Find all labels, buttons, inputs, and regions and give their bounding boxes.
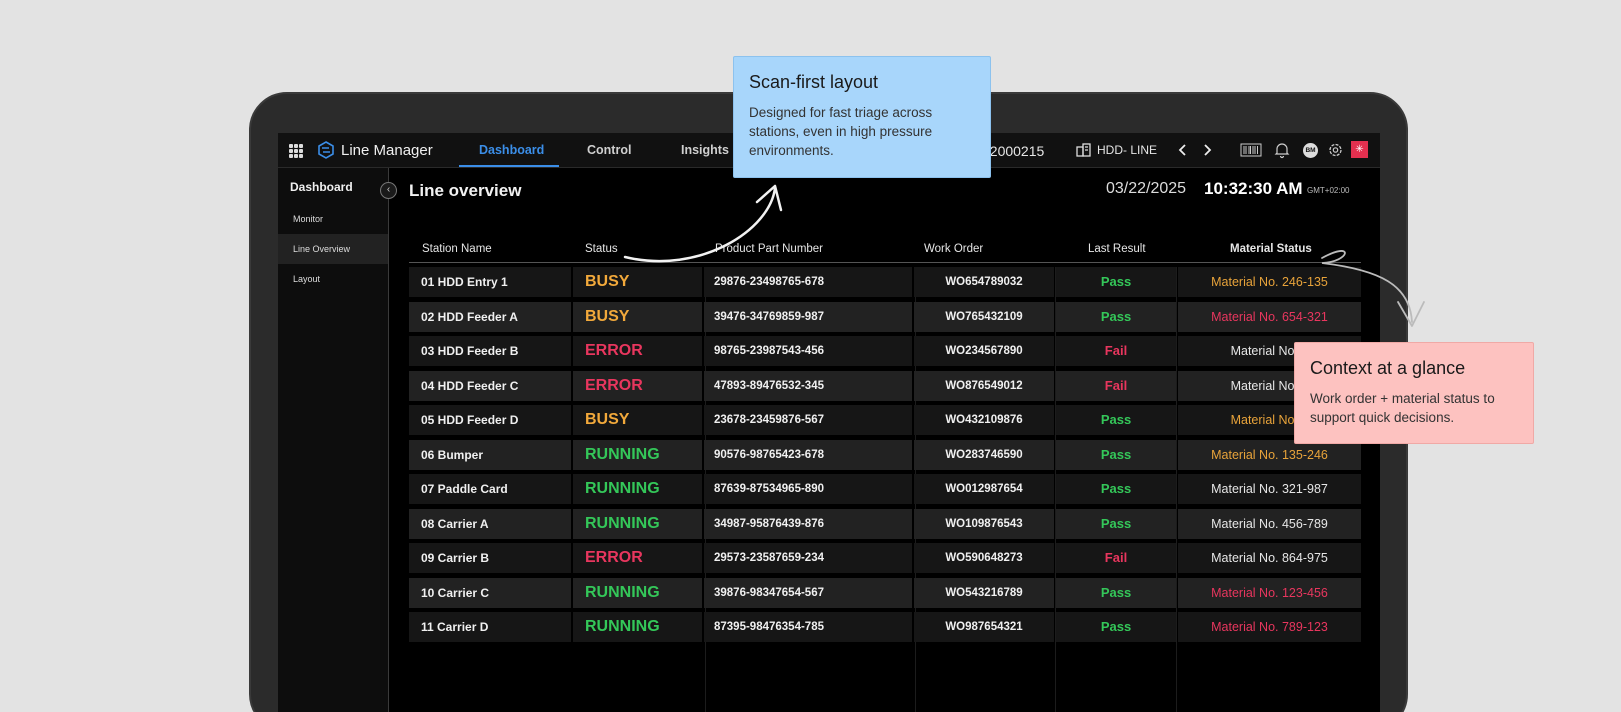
context-callout-body: Work order + material status to support … (1310, 391, 1495, 425)
scan-first-callout: Scan-first layout Designed for fast tria… (733, 56, 991, 178)
context-callout-title: Context at a glance (1310, 358, 1466, 378)
scan-callout-title: Scan-first layout (749, 72, 879, 92)
context-arrow (1321, 250, 1413, 323)
scan-callout-body: Designed for fast triage across stations… (749, 105, 933, 158)
scan-arrow (623, 186, 777, 263)
context-callout: Context at a glance Work order + materia… (1294, 342, 1534, 444)
